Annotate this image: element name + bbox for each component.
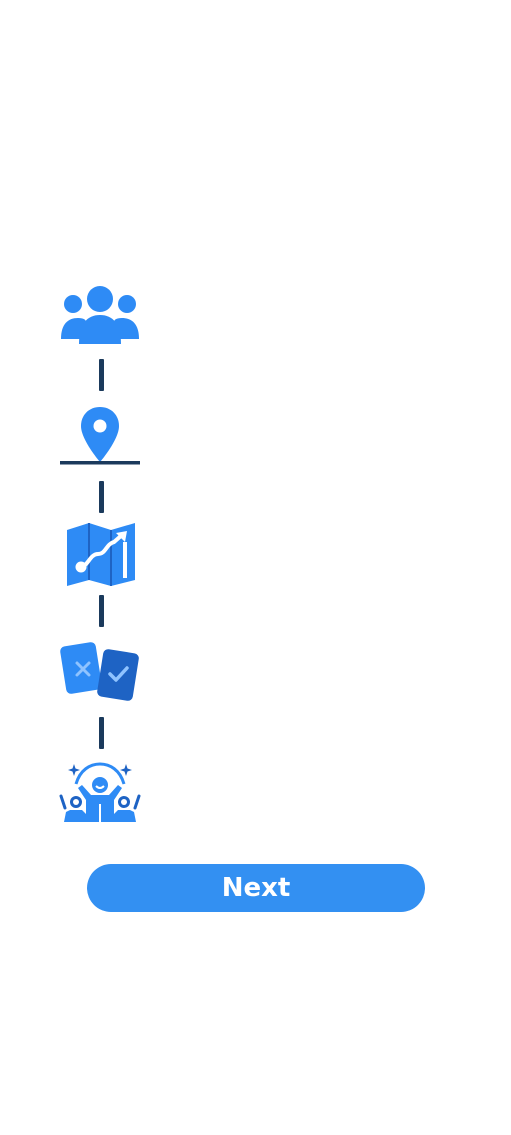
route-map-icon <box>67 523 135 586</box>
celebration-icon <box>59 762 141 822</box>
location-pin-icon <box>60 407 140 465</box>
group-icon <box>61 286 139 344</box>
decision-cards-icon <box>60 642 139 701</box>
step-connector <box>99 359 104 391</box>
next-button[interactable]: Next <box>87 864 425 912</box>
onboarding-steps <box>0 0 511 1135</box>
step-connector <box>99 717 104 749</box>
step-connector <box>99 481 104 513</box>
step-connector <box>99 595 104 627</box>
